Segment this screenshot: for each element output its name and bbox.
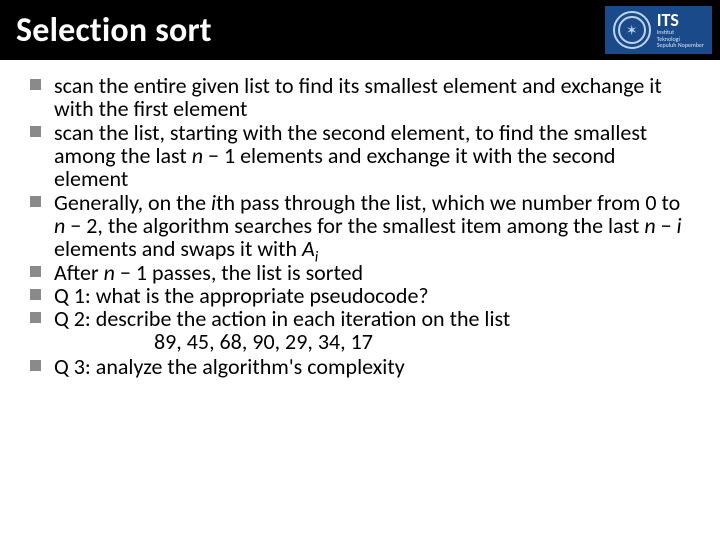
bullet-text: Q 3: analyze the algorithm's complexity: [54, 353, 405, 380]
example-list: 89, 45, 68, 90, 29, 34, 17: [54, 330, 694, 354]
seal-icon: [613, 11, 651, 49]
title-bar: Selection sort ITS Institut Teknologi Se…: [0, 0, 720, 60]
bullet-item: Q 3: analyze the algorithm's complexity: [26, 355, 694, 378]
bullet-list: scan the entire given list to find its s…: [26, 74, 694, 378]
var-n: n: [644, 212, 655, 239]
var-n: n: [192, 142, 203, 169]
slide: Selection sort ITS Institut Teknologi Se…: [0, 0, 720, 540]
bullet-item: Q 2: describe the action in each iterati…: [26, 307, 694, 355]
var-i: i: [677, 212, 682, 239]
bullet-text: scan the entire given list to find its s…: [54, 72, 662, 122]
bullet-text: −: [656, 212, 677, 239]
bullet-item: Generally, on the ith pass through the l…: [26, 191, 694, 261]
slide-body: scan the entire given list to find its s…: [0, 60, 720, 378]
logo-sub3: Sepuluh Nopember: [657, 42, 704, 49]
bullet-item: Q 1: what is the appropriate pseudocode?: [26, 284, 694, 307]
its-logo: ITS Institut Teknologi Sepuluh Nopember: [605, 6, 712, 54]
bullet-item: scan the list, starting with the second …: [26, 121, 694, 191]
logo-acronym: ITS: [657, 11, 704, 29]
logo-text: ITS Institut Teknologi Sepuluh Nopember: [657, 11, 704, 49]
bullet-item: scan the entire given list to find its s…: [26, 74, 694, 121]
bullet-item: After n − 1 passes, the list is sorted: [26, 261, 694, 284]
slide-title: Selection sort: [16, 10, 212, 51]
